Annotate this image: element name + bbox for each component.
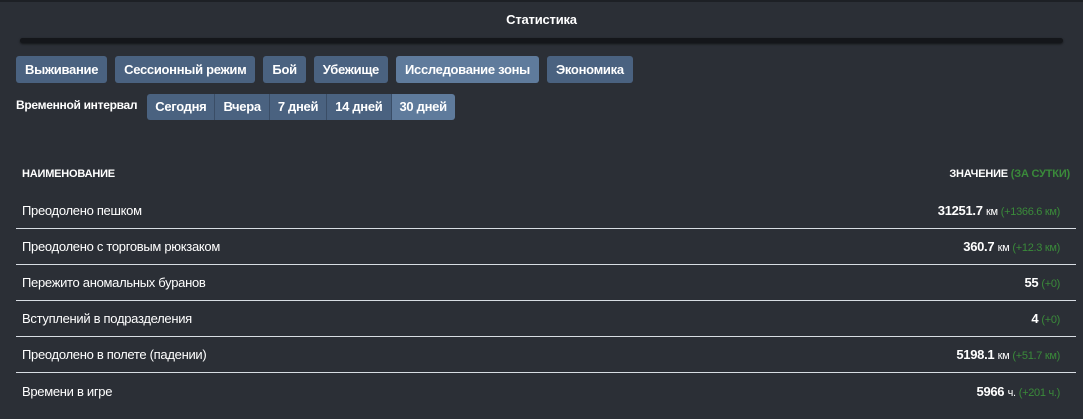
row-name: Времени в игре — [22, 383, 113, 399]
row-unit: км — [997, 350, 1010, 362]
column-header-value: ЗНАЧЕНИЕ (ЗА СУТКИ) — [949, 168, 1070, 180]
window-title-text: Статистика — [506, 11, 577, 27]
row-value-cell: 360.7 км (+12.3 км) — [963, 239, 1060, 254]
table-row: Преодолено пешком 31251.7 км (+1366.6 км) — [16, 193, 1076, 229]
table-row: Времени в игре 5966 ч. (+201 ч.) — [16, 373, 1076, 409]
stats-table: НАИМЕНОВАНИЕ ЗНАЧЕНИЕ (ЗА СУТКИ) Преодол… — [16, 155, 1076, 409]
row-unit: км — [997, 242, 1010, 254]
row-delta: (+12.3 км) — [1012, 242, 1060, 254]
row-name: Преодолено с торговым рюкзаком — [22, 239, 220, 254]
row-delta: (+51.7 км) — [1012, 350, 1060, 362]
row-name: Пережито аномальных буранов — [22, 275, 206, 290]
row-value: 4 — [1031, 311, 1039, 326]
table-row: Пережито аномальных буранов 55 (+0) — [16, 265, 1076, 301]
tab-combat[interactable]: Бой — [263, 56, 306, 83]
row-value: 360.7 — [963, 239, 995, 254]
interval-14-days[interactable]: 14 дней — [327, 93, 392, 120]
time-interval-options: Сегодня Вчера 7 дней 14 дней 30 дней — [147, 93, 455, 120]
column-header-name: НАИМЕНОВАНИЕ — [22, 168, 115, 180]
interval-today[interactable]: Сегодня — [147, 93, 216, 120]
table-row: Преодолено в полете (падении) 5198.1 км(… — [16, 337, 1076, 373]
row-name: Преодолено в полете (падении) — [22, 347, 207, 362]
time-interval-selector: Временной интервал Сегодня Вчера 7 дней … — [16, 93, 455, 120]
table-header: НАИМЕНОВАНИЕ ЗНАЧЕНИЕ (ЗА СУТКИ) — [16, 155, 1076, 193]
time-interval-label: Временной интервал — [16, 97, 138, 112]
row-name: Преодолено пешком — [22, 203, 142, 218]
tab-zone-exploration[interactable]: Исследование зоны — [395, 56, 539, 83]
tab-shelter[interactable]: Убежище — [313, 56, 388, 83]
row-unit: км — [985, 206, 998, 218]
interval-30-days[interactable]: 30 дней — [391, 93, 455, 120]
row-value-cell: 5198.1 км (+51.7 км) — [956, 347, 1060, 362]
row-name: Вступлений в подразделения — [22, 311, 192, 326]
table-row: Вступлений в подразделения 4 (+0) — [16, 301, 1076, 337]
title-divider — [20, 38, 1063, 43]
column-header-value-text: ЗНАЧЕНИЕ — [949, 168, 1008, 180]
category-tabs: Выживание Сессионный режим Бой Убежище И… — [16, 56, 633, 83]
row-value: 55 — [1024, 275, 1039, 290]
interval-yesterday[interactable]: Вчера — [215, 93, 270, 120]
row-delta: (+1366.6 км) — [1000, 206, 1061, 218]
row-value: 31251.7 — [937, 203, 983, 218]
row-value: 5966 — [976, 383, 1005, 399]
column-header-value-suffix: (ЗА СУТКИ) — [1010, 168, 1070, 180]
row-delta: (+0) — [1041, 314, 1060, 326]
tab-survival[interactable]: Выживание — [16, 56, 108, 83]
row-value-cell: 55 (+0) — [1024, 275, 1060, 290]
row-value-cell: 5966 ч. (+201 ч.) — [976, 383, 1061, 399]
table-row: Преодолено с торговым рюкзаком 360.7 км(… — [16, 229, 1076, 265]
row-value: 5198.1 — [956, 347, 995, 362]
interval-7-days[interactable]: 7 дней — [269, 93, 328, 120]
row-value-cell: 31251.7 км (+1366.6 км) — [937, 203, 1061, 218]
tab-session-mode[interactable]: Сессионный режим — [115, 56, 256, 83]
window-title: Статистика — [0, 2, 1083, 36]
row-value-cell: 4 (+0) — [1031, 311, 1060, 326]
tab-economy[interactable]: Экономика — [546, 56, 633, 83]
row-unit: ч. — [1007, 386, 1016, 399]
row-delta: (+201 ч.) — [1018, 386, 1061, 399]
row-delta: (+0) — [1041, 278, 1060, 290]
